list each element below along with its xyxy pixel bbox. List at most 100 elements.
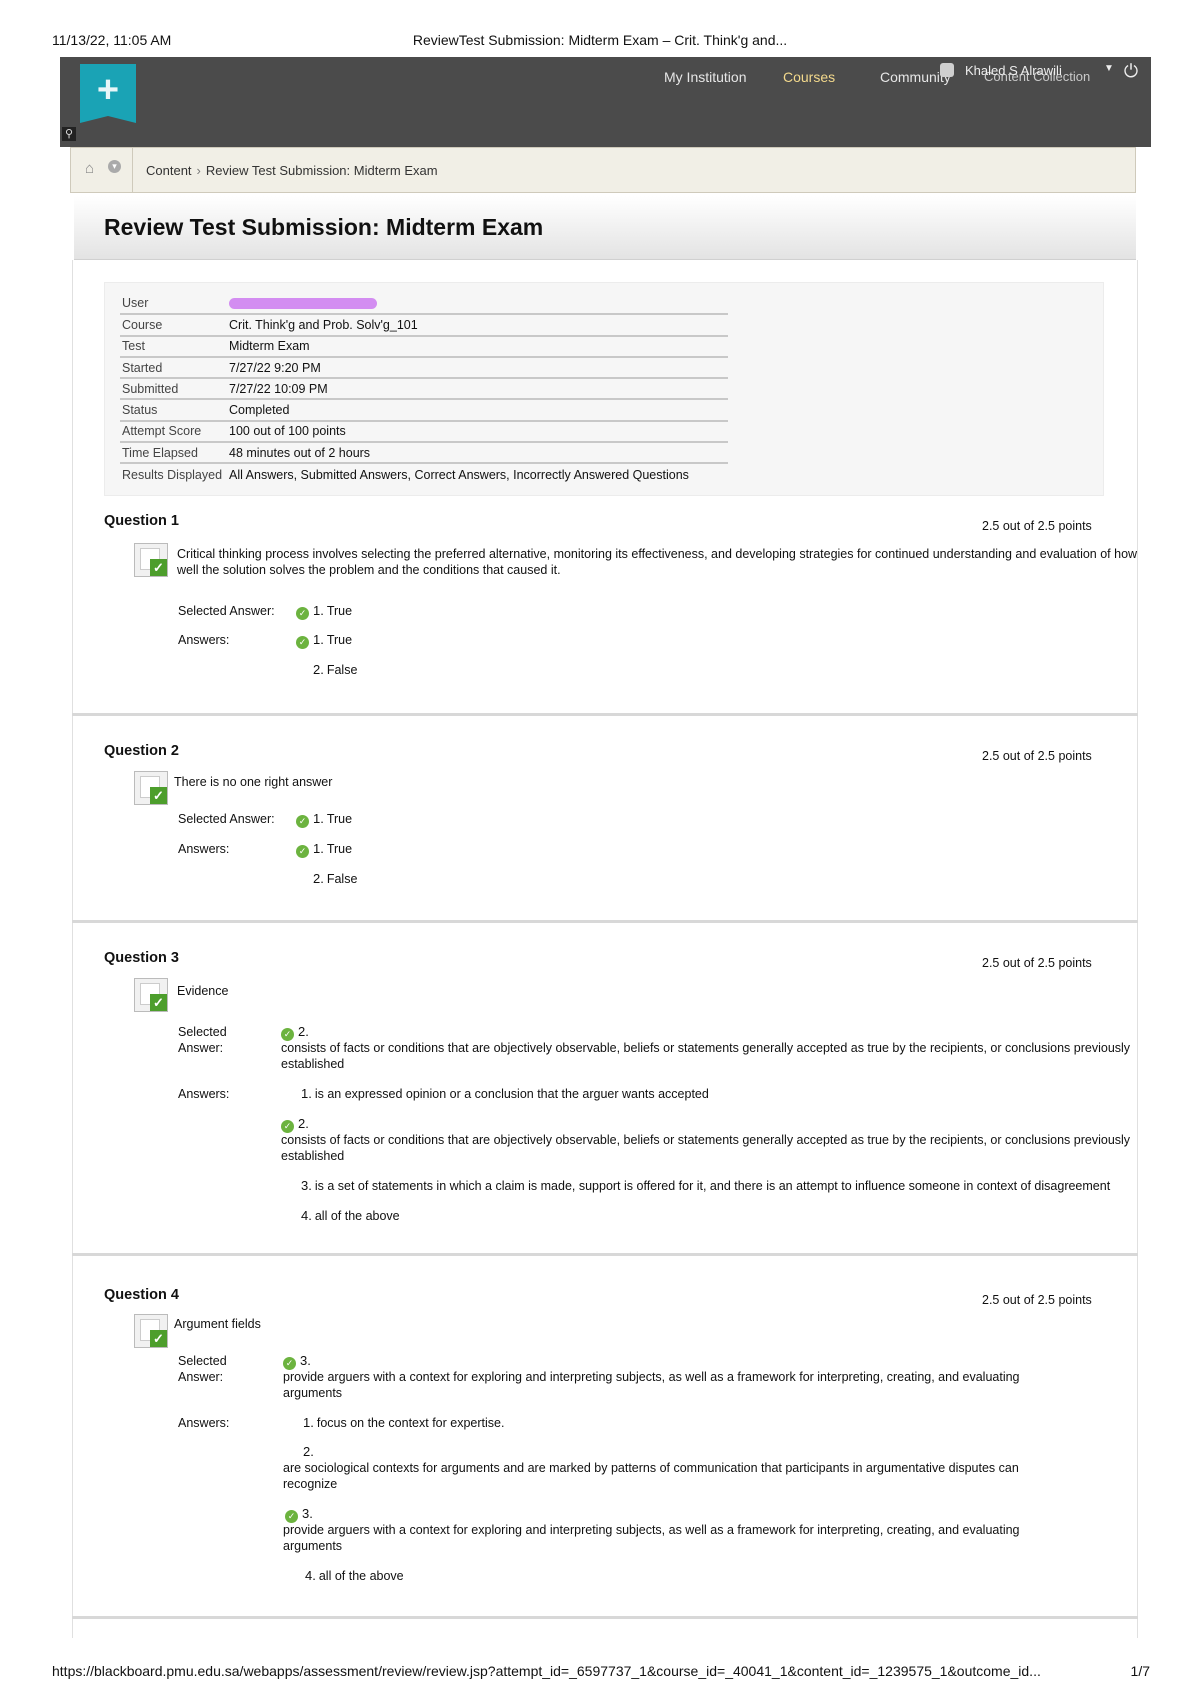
summary-row-attempt-score: Attempt Score 100 out of 100 points	[120, 420, 728, 444]
answers-label: Answers:	[178, 842, 230, 856]
power-icon[interactable]: ⏻	[1119, 59, 1143, 83]
summary-row-time-elapsed: Time Elapsed 48 minutes out of 2 hours	[120, 442, 728, 465]
answer-option: ✓ 1. True	[296, 632, 352, 649]
correct-question-icon: ✓	[134, 978, 168, 1012]
question-title: Question 4	[104, 1287, 179, 1303]
summary-row-status: Status Completed	[120, 399, 728, 422]
question-points: 2.5 out of 2.5 points	[982, 749, 1092, 763]
summary-label: Time Elapsed	[120, 442, 227, 465]
answer-label: Answer:	[178, 1041, 224, 1055]
correct-check-icon: ✓	[296, 636, 309, 649]
summary-value: Crit. Think'g and Prob. Solv'g_101	[227, 314, 728, 337]
answer-number: 3.	[301, 1178, 312, 1193]
question-title: Question 3	[104, 950, 179, 966]
question-title: Question 1	[104, 513, 179, 529]
summary-row-user: User	[120, 293, 728, 316]
correct-check-icon: ✓	[296, 607, 309, 620]
summary-label: Course	[120, 314, 227, 337]
answer-number: 2.	[298, 1116, 309, 1131]
check-icon: ✓	[150, 559, 167, 576]
answer-number: 1.	[301, 1086, 312, 1101]
question-text: Critical thinking process involves selec…	[177, 547, 1138, 561]
answer-number: 1.	[313, 841, 324, 856]
check-icon: ✓	[150, 787, 167, 804]
summary-label: Started	[120, 356, 227, 380]
answer-option: 4. all of the above	[305, 1568, 404, 1584]
question-divider	[72, 713, 1138, 716]
selected-label: Selected	[178, 1354, 227, 1368]
summary-table: User Course Crit. Think'g and Prob. Solv'…	[120, 293, 728, 485]
summary-label: Attempt Score	[120, 420, 227, 444]
answer-option-number: 2.	[303, 1444, 317, 1460]
summary-label: Test	[120, 335, 227, 358]
question-2: Question 2 2.5 out of 2.5 points ✓ There…	[72, 730, 1138, 935]
correct-question-icon: ✓	[134, 1314, 168, 1348]
question-4: Question 4 2.5 out of 2.5 points ✓ Argum…	[72, 1274, 1138, 1634]
answer-number: 1.	[313, 811, 324, 826]
answer-number: 1.	[313, 603, 324, 618]
breadcrumb-item-current: Review Test Submission: Midterm Exam	[205, 163, 438, 178]
summary-row-test: Test Midterm Exam	[120, 335, 728, 358]
answer-text: focus on the context for expertise.	[316, 1416, 505, 1430]
home-icon[interactable]: ⌂	[85, 160, 94, 177]
answer-option-text: provide arguers with a context for explo…	[283, 1523, 1020, 1537]
answers-label: Answers:	[178, 1416, 230, 1430]
answer-text: True	[326, 633, 353, 647]
answer-text: False	[326, 872, 358, 886]
selected-answer-text: established	[281, 1057, 345, 1071]
answer-text: all of the above	[314, 1209, 400, 1223]
answer-option-number: ✓ 2.	[281, 1116, 312, 1133]
answer-number: 2.	[303, 1444, 314, 1459]
top-navigation-bar: + ⚲ My Institution Courses Community Con…	[60, 57, 1151, 147]
answer-option: 1. is an expressed opinion or a conclusio…	[301, 1086, 709, 1102]
link-icon[interactable]: ⚲	[62, 127, 76, 141]
question-divider	[72, 1253, 1138, 1256]
summary-value: All Answers, Submitted Answers, Correct …	[229, 467, 689, 482]
breadcrumb-separator: ›	[196, 163, 201, 178]
answer-number: 4.	[305, 1568, 316, 1583]
summary-label: Submitted	[120, 378, 227, 401]
answer-number: 2.	[313, 871, 324, 886]
answer-text: is an expressed opinion or a conclusion …	[314, 1087, 709, 1101]
page-title: Review Test Submission: Midterm Exam	[104, 214, 544, 240]
selected-answer: ✓ 1. True	[296, 811, 352, 828]
summary-row-course: Course Crit. Think'g and Prob. Solv'g_101	[120, 314, 728, 337]
question-text: There is no one right answer	[174, 775, 333, 789]
institution-logo[interactable]: +	[80, 64, 136, 123]
plus-icon: +	[96, 69, 120, 111]
breadcrumb-trail: Content › Review Test Submission: Midterm …	[146, 163, 438, 178]
answer-option-text: established	[281, 1149, 345, 1163]
user-menu[interactable]: Content Collection Khaled S Alrawili ▼	[940, 60, 1120, 84]
print-page-number: 1/7	[1130, 1663, 1150, 1679]
question-text: Argument fields	[174, 1317, 261, 1331]
summary-value: 100 out of 100 points	[227, 420, 728, 444]
answer-option-text: arguments	[283, 1539, 343, 1553]
answers-label: Answers:	[178, 1087, 230, 1101]
breadcrumb-item-content[interactable]: Content	[146, 163, 192, 178]
print-doc-title: ReviewTest Submission: Midterm Exam – Cr…	[412, 32, 788, 48]
summary-value: Completed	[227, 399, 728, 422]
answer-text: True	[326, 604, 353, 618]
answer-label: Answer:	[178, 1370, 224, 1384]
selected-answer-number: ✓ 3.	[283, 1353, 314, 1370]
chevron-down-icon[interactable]: ▾	[108, 160, 121, 173]
user-avatar-icon	[940, 63, 954, 77]
answer-option: 2. False	[313, 662, 357, 678]
summary-value: Midterm Exam	[227, 335, 728, 358]
question-divider	[72, 1616, 1138, 1619]
answer-option: 1. focus on the context for expertise.	[303, 1415, 504, 1431]
question-points: 2.5 out of 2.5 points	[982, 1293, 1092, 1307]
check-icon: ✓	[150, 1330, 167, 1347]
answer-option: 4. all of the above	[301, 1208, 400, 1224]
nav-courses[interactable]: Courses	[783, 69, 835, 85]
print-url: https://blackboard.pmu.edu.sa/webapps/as…	[52, 1663, 1041, 1679]
answer-number: 2.	[313, 662, 324, 677]
selected-answer-text: arguments	[283, 1386, 343, 1400]
summary-row-started: Started 7/27/22 9:20 PM	[120, 356, 728, 380]
selected-answer: ✓ 1. True	[296, 603, 352, 620]
answer-number: 1.	[303, 1415, 314, 1430]
answer-text: True	[326, 812, 353, 826]
selected-answer-label: Selected Answer:	[178, 604, 275, 618]
nav-my-institution[interactable]: My Institution	[664, 69, 746, 85]
chevron-down-icon[interactable]: ▼	[1104, 63, 1114, 74]
